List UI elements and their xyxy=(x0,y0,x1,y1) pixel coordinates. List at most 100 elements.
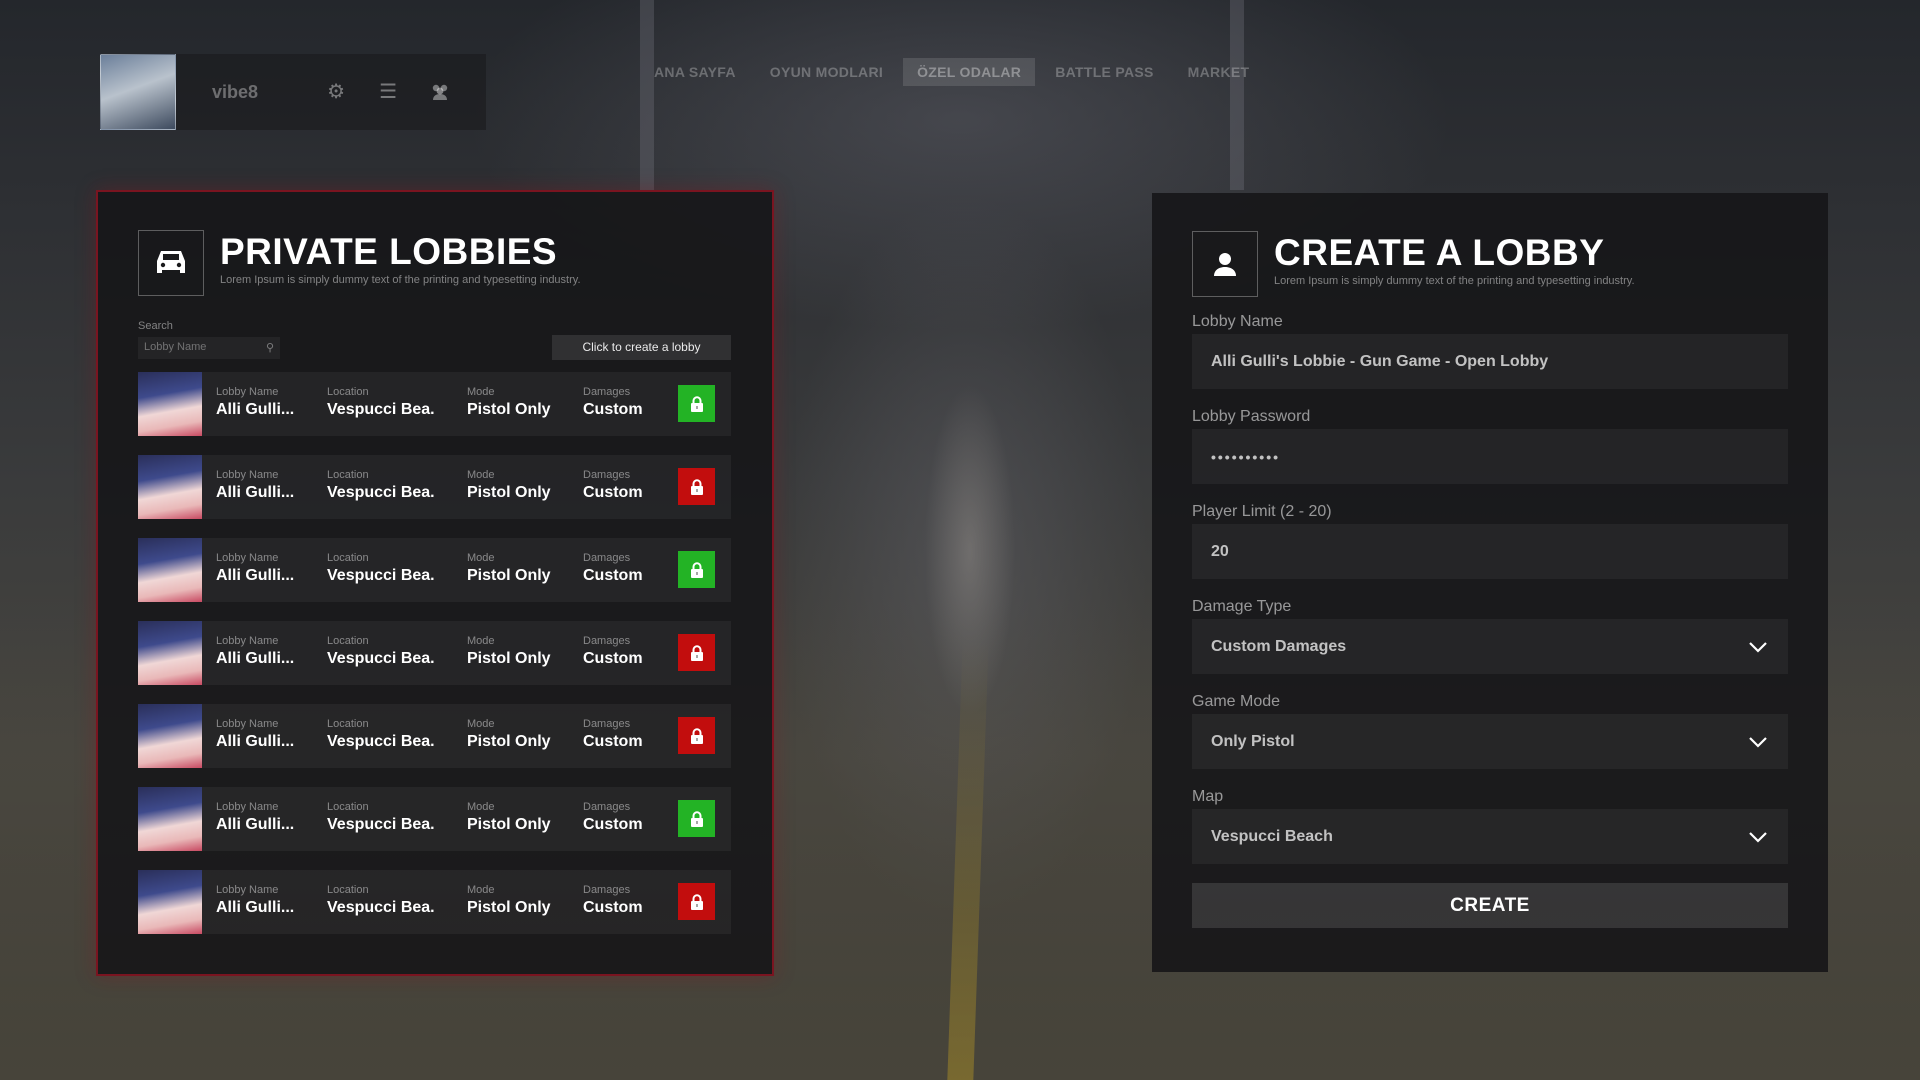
lobby-location: Vespucci Bea. xyxy=(327,816,435,833)
lock-icon[interactable] xyxy=(678,800,715,837)
lobby-row[interactable]: Lobby Name Alli Gulli... Location Vespucci … xyxy=(138,538,731,602)
main-nav: ANA SAYFA OYUN MODLARI ÖZEL ODALAR BATTL… xyxy=(640,58,1263,86)
lobby-password-value: •••••••••• xyxy=(1211,448,1281,465)
lobby-name-value: Alli Gulli's Lobbie - Gun Game - Open Lo… xyxy=(1211,352,1549,370)
lobby-avatar xyxy=(138,538,202,602)
lobby-name: Alli Gulli... xyxy=(216,567,295,584)
lobby-row[interactable]: Lobby Name Alli Gulli... Location Vespucci … xyxy=(138,372,731,436)
lobby-damages: Custom xyxy=(583,401,643,418)
lobby-avatar xyxy=(138,704,202,768)
lock-icon[interactable] xyxy=(678,717,715,754)
nav-battle-pass[interactable]: BATTLE PASS xyxy=(1041,58,1167,86)
nav-market[interactable]: MARKET xyxy=(1174,58,1264,86)
location-label: Location xyxy=(327,801,369,813)
avatar[interactable] xyxy=(100,54,176,130)
panel-title: CREATE A LOBBY xyxy=(1274,232,1605,273)
mode-label: Mode xyxy=(467,469,495,481)
map-value: Vespucci Beach xyxy=(1211,827,1333,845)
damages-label: Damages xyxy=(583,884,631,896)
location-label: Location xyxy=(327,884,369,896)
panel-subtitle: Lorem Ipsum is simply dummy text of the … xyxy=(1274,275,1635,287)
username: vibe8 xyxy=(212,81,259,102)
lobby-damages: Custom xyxy=(583,484,643,501)
create-lobby-link-button[interactable]: Click to create a lobby xyxy=(552,335,731,360)
lobby-name-field[interactable]: Alli Gulli's Lobbie - Gun Game - Open Lo… xyxy=(1192,334,1788,389)
lobby-mode: Pistol Only xyxy=(467,401,551,418)
lobby-row[interactable]: Lobby Name Alli Gulli... Location Vespucci … xyxy=(138,870,731,934)
player-limit-field[interactable]: 20 xyxy=(1192,524,1788,579)
mode-label: Mode xyxy=(467,884,495,896)
lobby-name-label: Lobby Name xyxy=(216,386,279,398)
lobby-damages: Custom xyxy=(583,816,643,833)
panel-header: CREATE A LOBBY Lorem Ipsum is simply dum… xyxy=(1192,231,1635,297)
create-button[interactable]: CREATE xyxy=(1192,883,1788,928)
user-icon xyxy=(1192,231,1258,297)
game-mode-select[interactable]: Only Pistol xyxy=(1192,714,1788,769)
background-girder xyxy=(1230,0,1244,190)
damage-type-value: Custom Damages xyxy=(1211,637,1347,655)
lobby-damages: Custom xyxy=(583,650,643,667)
lobby-list: Lobby Name Alli Gulli... Location Vespucci … xyxy=(138,372,731,953)
search-input[interactable]: Lobby Name ⚲ xyxy=(138,337,280,359)
lobby-mode: Pistol Only xyxy=(467,650,551,667)
lobby-row[interactable]: Lobby Name Alli Gulli... Location Vespucci … xyxy=(138,704,731,768)
lobby-damages: Custom xyxy=(583,899,643,916)
top-bar: vibe8 ⚙ ☰ xyxy=(100,54,487,130)
background-character xyxy=(905,320,1035,790)
search-icon[interactable]: ⚲ xyxy=(266,341,274,354)
background-girder xyxy=(640,0,654,190)
lobby-avatar xyxy=(138,787,202,851)
lobby-avatar xyxy=(138,621,202,685)
location-label: Location xyxy=(327,552,369,564)
users-icon[interactable] xyxy=(428,80,452,104)
lobby-row[interactable]: Lobby Name Alli Gulli... Location Vespucci … xyxy=(138,787,731,851)
chevron-down-icon[interactable] xyxy=(1747,826,1769,848)
search-label: Search xyxy=(138,320,173,332)
lobby-mode: Pistol Only xyxy=(467,733,551,750)
lobby-mode: Pistol Only xyxy=(467,567,551,584)
gear-icon[interactable]: ⚙ xyxy=(324,80,348,104)
panel-subtitle: Lorem Ipsum is simply dummy text of the … xyxy=(220,274,581,286)
lobby-name-label: Lobby Name xyxy=(1192,313,1283,330)
nav-private-rooms[interactable]: ÖZEL ODALAR xyxy=(903,58,1036,86)
damage-type-select[interactable]: Custom Damages xyxy=(1192,619,1788,674)
damages-label: Damages xyxy=(583,801,631,813)
damages-label: Damages xyxy=(583,469,631,481)
lobby-name-label: Lobby Name xyxy=(216,552,279,564)
game-mode-value: Only Pistol xyxy=(1211,732,1295,750)
panel-header: PRIVATE LOBBIES Lorem Ipsum is simply du… xyxy=(138,230,581,296)
lobby-name-label: Lobby Name xyxy=(216,469,279,481)
chevron-down-icon[interactable] xyxy=(1747,731,1769,753)
nav-home[interactable]: ANA SAYFA xyxy=(640,58,750,86)
lobby-row[interactable]: Lobby Name Alli Gulli... Location Vespucci … xyxy=(138,455,731,519)
lobby-avatar xyxy=(138,455,202,519)
lock-icon[interactable] xyxy=(678,385,715,422)
damage-type-label: Damage Type xyxy=(1192,598,1292,615)
location-label: Location xyxy=(327,718,369,730)
lobby-password-field[interactable]: •••••••••• xyxy=(1192,429,1788,484)
lobby-location: Vespucci Bea. xyxy=(327,484,435,501)
panel-title: PRIVATE LOBBIES xyxy=(220,231,558,272)
map-label: Map xyxy=(1192,788,1224,805)
private-lobbies-panel: PRIVATE LOBBIES Lorem Ipsum is simply du… xyxy=(96,190,774,976)
damages-label: Damages xyxy=(583,552,631,564)
nav-game-modes[interactable]: OYUN MODLARI xyxy=(756,58,897,86)
lock-icon[interactable] xyxy=(678,468,715,505)
lock-icon[interactable] xyxy=(678,634,715,671)
lobby-location: Vespucci Bea. xyxy=(327,899,435,916)
lobby-row[interactable]: Lobby Name Alli Gulli... Location Vespucci … xyxy=(138,621,731,685)
lobby-name: Alli Gulli... xyxy=(216,899,295,916)
lobby-name-label: Lobby Name xyxy=(216,635,279,647)
lobby-name-label: Lobby Name xyxy=(216,884,279,896)
player-limit-label: Player Limit (2 - 20) xyxy=(1192,503,1332,520)
lobby-name: Alli Gulli... xyxy=(216,816,295,833)
lock-icon[interactable] xyxy=(678,883,715,920)
mode-label: Mode xyxy=(467,801,495,813)
chevron-down-icon[interactable] xyxy=(1747,636,1769,658)
lock-icon[interactable] xyxy=(678,551,715,588)
map-select[interactable]: Vespucci Beach xyxy=(1192,809,1788,864)
list-icon[interactable]: ☰ xyxy=(376,80,400,104)
lobby-location: Vespucci Bea. xyxy=(327,401,435,418)
create-lobby-form: Lobby Name Alli Gulli's Lobbie - Gun Gam… xyxy=(1192,313,1788,928)
car-icon xyxy=(138,230,204,296)
